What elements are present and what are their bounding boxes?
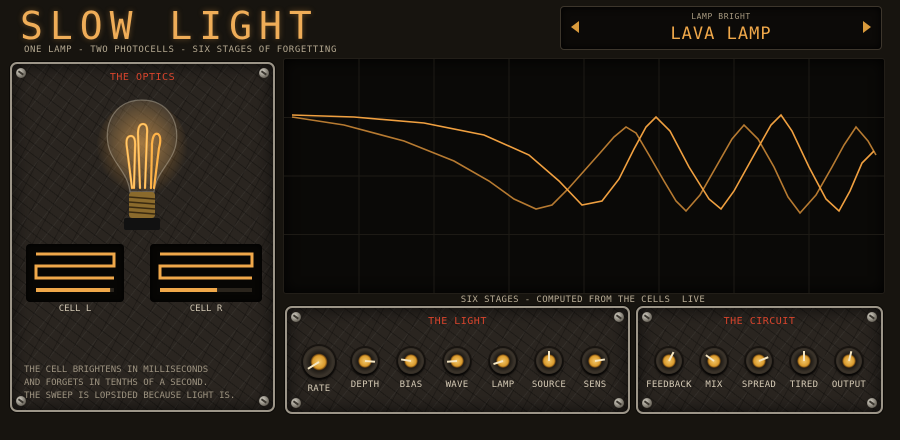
level-bar bbox=[160, 288, 218, 292]
knob-pointer bbox=[594, 358, 606, 362]
light-lamp-label: LAMP bbox=[491, 380, 515, 390]
circuit-spread-knob[interactable] bbox=[746, 348, 772, 374]
circuit-mix-knob[interactable] bbox=[701, 348, 727, 374]
circuit-feedback-label: FEEDBACK bbox=[646, 380, 692, 390]
level-bar bbox=[36, 288, 111, 292]
preset-category: LAMP BRIGHT bbox=[691, 12, 751, 21]
light-source-control: SOURCE bbox=[524, 348, 574, 390]
circuit-panel: THE CIRCUIT FEEDBACK MIX SPREAD TIRED OUTPUT bbox=[636, 306, 883, 414]
app-title: SLOW LIGHT bbox=[20, 4, 319, 48]
scope-caption: SIX STAGES - COMPUTED FROM THE CELLS LIV… bbox=[283, 295, 883, 305]
knob-pointer bbox=[705, 354, 715, 362]
light-sens-knob[interactable] bbox=[582, 348, 608, 374]
circuit-title: THE CIRCUIT bbox=[723, 316, 796, 327]
scope-caption-text: SIX STAGES - COMPUTED FROM THE CELLS bbox=[460, 295, 671, 305]
preset-browser: LAMP BRIGHT LAVA LAMP bbox=[560, 6, 882, 50]
preset-name[interactable]: LAVA LAMP bbox=[561, 24, 881, 44]
photocell-trace bbox=[158, 252, 254, 280]
knob-pointer bbox=[493, 360, 504, 366]
light-wave-control: WAVE bbox=[432, 348, 482, 390]
light-depth-label: DEPTH bbox=[350, 380, 380, 390]
circuit-feedback-knob[interactable] bbox=[656, 348, 682, 374]
triangle-right-icon bbox=[863, 21, 871, 33]
circuit-output-knob[interactable] bbox=[836, 348, 862, 374]
light-rate-label: RATE bbox=[307, 384, 331, 394]
light-depth-control: DEPTH bbox=[340, 348, 390, 390]
scope-display bbox=[283, 58, 885, 294]
light-source-knob[interactable] bbox=[536, 348, 562, 374]
light-rate-knob[interactable] bbox=[303, 346, 335, 378]
cell-right-label: CELL R bbox=[189, 304, 223, 314]
light-depth-knob[interactable] bbox=[352, 348, 378, 374]
photocell-trace bbox=[34, 252, 116, 280]
knob-pointer bbox=[668, 351, 675, 362]
circuit-mix-label: MIX bbox=[705, 380, 723, 390]
lamp-bulb-icon bbox=[96, 99, 188, 230]
light-wave-label: WAVE bbox=[445, 380, 469, 390]
light-source-label: SOURCE bbox=[531, 380, 567, 390]
light-rate-control: RATE bbox=[294, 346, 344, 394]
cell-left-meter bbox=[26, 244, 124, 302]
optics-description: THE CELL BRIGHTENS IN MILLISECONDS AND F… bbox=[24, 364, 235, 403]
knob-pointer bbox=[758, 356, 769, 362]
knob-pointer bbox=[446, 360, 458, 363]
knob-pointer bbox=[848, 351, 853, 362]
circuit-tired-control: TIRED bbox=[779, 348, 829, 390]
circuit-spread-control: SPREAD bbox=[734, 348, 784, 390]
circuit-output-control: OUTPUT bbox=[824, 348, 874, 390]
light-title: THE LIGHT bbox=[428, 316, 487, 327]
description-line: THE CELL BRIGHTENS IN MILLISECONDS bbox=[24, 365, 209, 375]
knob-pointer bbox=[548, 351, 550, 361]
optics-title: THE OPTICS bbox=[109, 72, 176, 83]
scope-trace-left bbox=[291, 113, 875, 213]
circuit-tired-label: TIRED bbox=[789, 380, 819, 390]
light-bias-knob[interactable] bbox=[398, 348, 424, 374]
circuit-feedback-control: FEEDBACK bbox=[644, 348, 694, 390]
light-sens-label: SENS bbox=[583, 380, 607, 390]
knob-pointer bbox=[400, 358, 412, 362]
cell-left-label: CELL L bbox=[58, 304, 92, 314]
optics-panel: THE OPTICS CELL L CELL R THE CELL BRIGHT… bbox=[10, 62, 275, 412]
description-line: THE SWEEP IS LOPSIDED BECAUSE LIGHT IS. bbox=[24, 391, 236, 401]
scope-live-status: LIVE bbox=[681, 295, 706, 305]
circuit-spread-label: SPREAD bbox=[741, 380, 777, 390]
preset-next-button[interactable] bbox=[859, 17, 875, 37]
circuit-mix-control: MIX bbox=[689, 348, 739, 390]
circuit-tired-knob[interactable] bbox=[791, 348, 817, 374]
app-subtitle: ONE LAMP - TWO PHOTOCELLS - SIX STAGES O… bbox=[24, 45, 337, 55]
knob-pointer bbox=[364, 360, 376, 363]
light-sens-control: SENS bbox=[570, 348, 620, 390]
cell-right-meter bbox=[150, 244, 262, 302]
circuit-output-label: OUTPUT bbox=[831, 380, 867, 390]
light-bias-label: BIAS bbox=[399, 380, 423, 390]
light-lamp-knob[interactable] bbox=[490, 348, 516, 374]
description-line: AND FORGETS IN TENTHS OF A SECOND. bbox=[24, 378, 209, 388]
light-bias-control: BIAS bbox=[386, 348, 436, 390]
light-lamp-control: LAMP bbox=[478, 348, 528, 390]
light-panel: THE LIGHT RATE DEPTH BIAS WAVE LAMP SOURCE SEN… bbox=[285, 306, 630, 414]
light-wave-knob[interactable] bbox=[444, 348, 470, 374]
knob-pointer bbox=[307, 361, 320, 370]
knob-pointer bbox=[803, 351, 805, 361]
